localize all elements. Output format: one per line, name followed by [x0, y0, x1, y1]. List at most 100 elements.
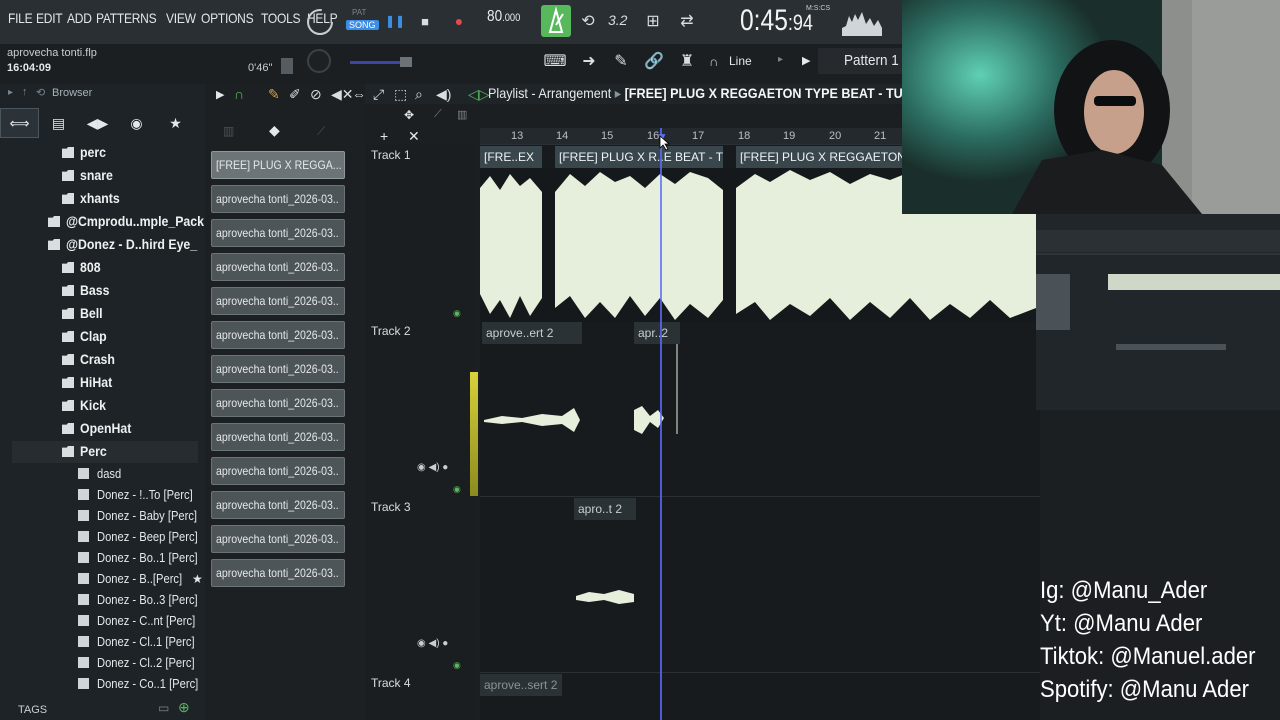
folder-perc[interactable]: perc	[62, 144, 110, 166]
file-item[interactable]: Donez - Cl..2 [Perc]	[78, 655, 210, 675]
slice-tool-icon[interactable]: ⤢	[373, 86, 384, 103]
picker-item[interactable]: aprovecha tonti_2026-03..	[211, 423, 345, 451]
picker-automation-icon[interactable]: ⟋	[317, 124, 325, 139]
pattern-play-icon[interactable]: ▶	[802, 54, 810, 67]
browser-all-tab-icon[interactable]: ⟺	[0, 108, 39, 138]
folder-cmprodu-pack[interactable]: @Cmprodu..mple_Pack	[48, 213, 223, 235]
track-3-status-icon[interactable]: ◉	[453, 660, 461, 671]
file-item[interactable]: dasd	[78, 466, 125, 486]
track-3-controls-icon[interactable]: ◉ ◀) ●	[417, 638, 448, 649]
delete-tool-icon[interactable]: ⊘	[310, 86, 322, 103]
menu-add[interactable]: ADD	[67, 10, 92, 26]
browser-favorites-tab-icon[interactable]: ★	[156, 108, 195, 138]
menu-patterns[interactable]: PATTERNS	[96, 10, 157, 26]
audio-clip-header[interactable]: aprove..sert 2	[480, 674, 562, 696]
plugin-icon[interactable]: ♜	[674, 48, 700, 74]
file-item[interactable]: Donez - Bo..3 [Perc]	[78, 592, 214, 612]
audio-clip-header[interactable]: [FRE..EX	[480, 146, 542, 168]
slip-tool-icon[interactable]: ⇔	[352, 86, 366, 102]
grid-icon[interactable]: ▥	[457, 108, 467, 121]
file-item[interactable]: Donez - !..To [Perc]	[78, 487, 208, 507]
select-tool-icon[interactable]: ⬚	[394, 86, 407, 103]
picker-item[interactable]: aprovecha tonti_2026-03..	[211, 389, 345, 417]
loop-record-icon[interactable]: ⇄	[674, 8, 700, 34]
folder-perc-open[interactable]: Perc	[62, 443, 110, 465]
volume-slider-handle[interactable]	[400, 57, 412, 67]
play-arrow-icon[interactable]: ▶	[216, 88, 224, 101]
file-item[interactable]: Donez - Cl..1 [Perc]	[78, 634, 210, 654]
folder-crash[interactable]: Crash	[62, 351, 120, 373]
picker-item[interactable]: aprovecha tonti_2026-03..	[211, 491, 345, 519]
audio-clip-header[interactable]: [FREE] PLUG X REGGAETON T	[736, 146, 902, 168]
picker-item[interactable]: aprovecha tonti_2026-03..	[211, 457, 345, 485]
picker-item[interactable]: aprovecha tonti_2026-03..	[211, 355, 345, 383]
track-3-lane[interactable]	[480, 496, 1040, 672]
wait-for-input-icon[interactable]: ⟲	[575, 8, 601, 34]
playhead[interactable]	[660, 128, 662, 720]
picker-audio-icon[interactable]: ◆	[269, 122, 280, 139]
history-icon[interactable]: ⟲	[36, 86, 45, 99]
folder-icon[interactable]: ▭	[158, 701, 169, 715]
picker-item[interactable]: aprovecha tonti_2026-03..	[211, 253, 345, 281]
file-item[interactable]: Donez - B..[Perc] ★	[78, 571, 203, 591]
browser-online-tab-icon[interactable]: ◉	[117, 108, 156, 138]
playback-tool-icon[interactable]: ◀)	[436, 86, 451, 103]
pencil-icon[interactable]: ✎	[608, 48, 634, 74]
piano-roll-icon[interactable]: ⌨	[542, 48, 568, 74]
snap-mode[interactable]: Line	[729, 54, 752, 68]
master-volume-knob[interactable]	[304, 6, 336, 38]
picker-item[interactable]: aprovecha tonti_2026-03..	[211, 321, 345, 349]
song-position-clock[interactable]: 0:45:94	[740, 4, 813, 38]
browser-plugins-tab-icon[interactable]: ◀▶	[78, 108, 117, 138]
track-3-label[interactable]: Track 3	[371, 500, 411, 514]
folder-hihat[interactable]: HiHat	[62, 374, 117, 396]
snap-value[interactable]: 3.2	[608, 12, 627, 28]
snap-arrow-icon[interactable]: ▸	[778, 54, 783, 65]
remove-track-icon[interactable]: ✕	[408, 128, 420, 145]
folder-snare[interactable]: snare	[62, 167, 117, 189]
file-item[interactable]: Donez - Baby [Perc]	[78, 508, 213, 528]
picker-item[interactable]: aprovecha tonti_2026-03..	[211, 287, 345, 315]
file-item[interactable]: Donez - C..nt [Perc]	[78, 613, 211, 633]
pat-song-toggle[interactable]: PAT SONG	[346, 6, 380, 36]
magnet-icon[interactable]: ∩	[709, 54, 718, 69]
track-1-label[interactable]: Track 1	[371, 148, 411, 162]
link-icon[interactable]: 🔗	[641, 48, 667, 74]
paint-tool-icon[interactable]: ✐	[289, 86, 301, 103]
add-track-icon[interactable]: +	[380, 128, 388, 144]
pitch-knob[interactable]	[304, 46, 334, 76]
pattern-selector[interactable]: Pattern 1	[818, 48, 902, 74]
metronome-button[interactable]	[541, 5, 571, 37]
audio-clip-header[interactable]: apro..t 2	[574, 498, 636, 520]
typing-keyboard-icon[interactable]: ⊞	[640, 8, 666, 34]
playlist-menu-icon[interactable]: ◁▷	[468, 86, 490, 103]
folder-donez-pack[interactable]: @Donez - D..hird Eye_	[48, 236, 215, 258]
record-button[interactable]: ●	[446, 8, 472, 34]
folder-openhat[interactable]: OpenHat	[62, 420, 138, 442]
menu-options[interactable]: OPTIONS	[201, 10, 254, 26]
folder-clap[interactable]: Clap	[62, 328, 110, 350]
track-2-controls-icon[interactable]: ◉ ◀) ●	[417, 462, 448, 473]
stop-button[interactable]: ■	[412, 8, 438, 34]
folder-bass[interactable]: Bass	[62, 282, 113, 304]
search-icon[interactable]: ⊕	[178, 699, 190, 716]
audio-clip-header[interactable]: [FREE] PLUG X R..E BEAT - TU EX	[555, 146, 723, 168]
magnet-snap-icon[interactable]: ∩	[234, 86, 244, 102]
folder-kick[interactable]: Kick	[62, 397, 110, 419]
collapse-arrow-icon[interactable]: ▸	[8, 87, 13, 98]
folder-bell[interactable]: Bell	[62, 305, 106, 327]
folder-808[interactable]: 808	[62, 259, 103, 281]
arrow-right-icon[interactable]: ➜	[576, 48, 602, 74]
mute-tool-icon[interactable]: ◀✕	[331, 86, 354, 103]
folder-xhants[interactable]: xhants	[62, 190, 125, 212]
up-arrow-icon[interactable]: ↑	[22, 86, 28, 98]
draw-tool-icon[interactable]: ✎	[268, 86, 280, 103]
menu-file[interactable]: FILE	[8, 10, 33, 26]
picker-item[interactable]: aprovecha tonti_2026-03..	[211, 525, 345, 553]
track-4-label[interactable]: Track 4	[371, 676, 411, 690]
file-item[interactable]: Donez - Bo..1 [Perc]	[78, 550, 214, 570]
file-item[interactable]: Donez - Beep [Perc]	[78, 529, 214, 549]
tempo-display[interactable]: 80.000	[487, 8, 520, 26]
track-2-label[interactable]: Track 2	[371, 324, 411, 338]
picker-item[interactable]: aprovecha tonti_2026-03..	[211, 219, 345, 247]
